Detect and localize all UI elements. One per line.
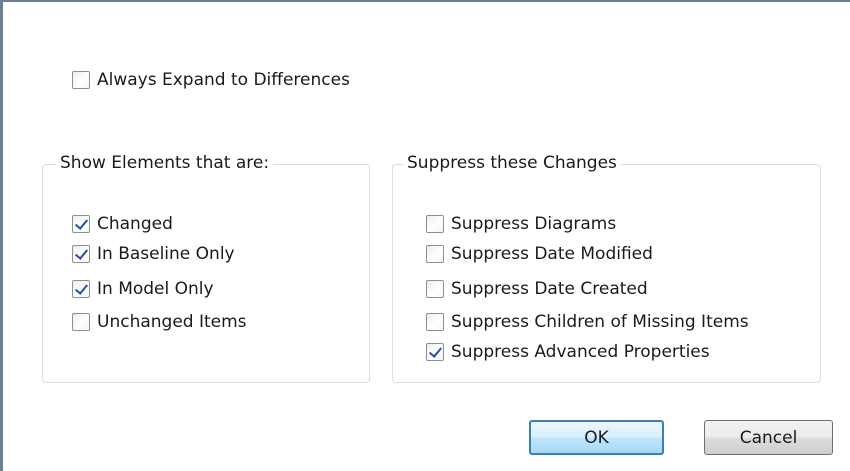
checkbox-box[interactable] <box>72 215 90 233</box>
suppress-advanced-properties-checkbox[interactable]: Suppress Advanced Properties <box>426 339 710 365</box>
ok-button[interactable]: OK <box>529 420 664 455</box>
checkbox-box[interactable] <box>426 280 444 298</box>
window-frame-top <box>0 0 850 2</box>
suppress-children-of-missing-items-checkbox[interactable]: Suppress Children of Missing Items <box>426 309 749 335</box>
suppress-diagrams-checkbox[interactable]: Suppress Diagrams <box>426 211 616 237</box>
show-in-model-only-label: In Model Only <box>97 279 214 299</box>
checkbox-box[interactable] <box>72 313 90 331</box>
always-expand-label: Always Expand to Differences <box>97 70 350 90</box>
suppress-date-created-label: Suppress Date Created <box>451 279 648 299</box>
suppress-date-modified-label: Suppress Date Modified <box>451 244 653 264</box>
show-in-baseline-only-label: In Baseline Only <box>97 244 235 264</box>
show-unchanged-items-checkbox[interactable]: Unchanged Items <box>72 309 247 335</box>
suppress-date-created-checkbox[interactable]: Suppress Date Created <box>426 276 648 302</box>
show-elements-group-title: Show Elements that are: <box>56 152 274 174</box>
suppress-diagrams-label: Suppress Diagrams <box>451 214 617 234</box>
show-elements-group <box>42 164 370 383</box>
suppress-date-modified-checkbox[interactable]: Suppress Date Modified <box>426 241 653 267</box>
window-frame-left <box>0 0 3 471</box>
show-in-baseline-only-checkbox[interactable]: In Baseline Only <box>72 241 235 267</box>
show-changed-label: Changed <box>97 214 173 234</box>
checkbox-box[interactable] <box>426 215 444 233</box>
checkbox-box[interactable] <box>426 245 444 263</box>
checkbox-box[interactable] <box>72 280 90 298</box>
always-expand-checkbox[interactable]: Always Expand to Differences <box>72 67 350 93</box>
checkbox-box[interactable] <box>72 71 90 89</box>
checkbox-box[interactable] <box>72 245 90 263</box>
cancel-button[interactable]: Cancel <box>704 420 833 455</box>
show-changed-checkbox[interactable]: Changed <box>72 211 173 237</box>
show-in-model-only-checkbox[interactable]: In Model Only <box>72 276 214 302</box>
checkbox-box[interactable] <box>426 343 444 361</box>
show-unchanged-items-label: Unchanged Items <box>97 312 247 332</box>
suppress-changes-group-title: Suppress these Changes <box>403 152 621 174</box>
suppress-children-of-missing-items-label: Suppress Children of Missing Items <box>451 312 749 332</box>
suppress-advanced-properties-label: Suppress Advanced Properties <box>451 342 710 362</box>
checkbox-box[interactable] <box>426 313 444 331</box>
